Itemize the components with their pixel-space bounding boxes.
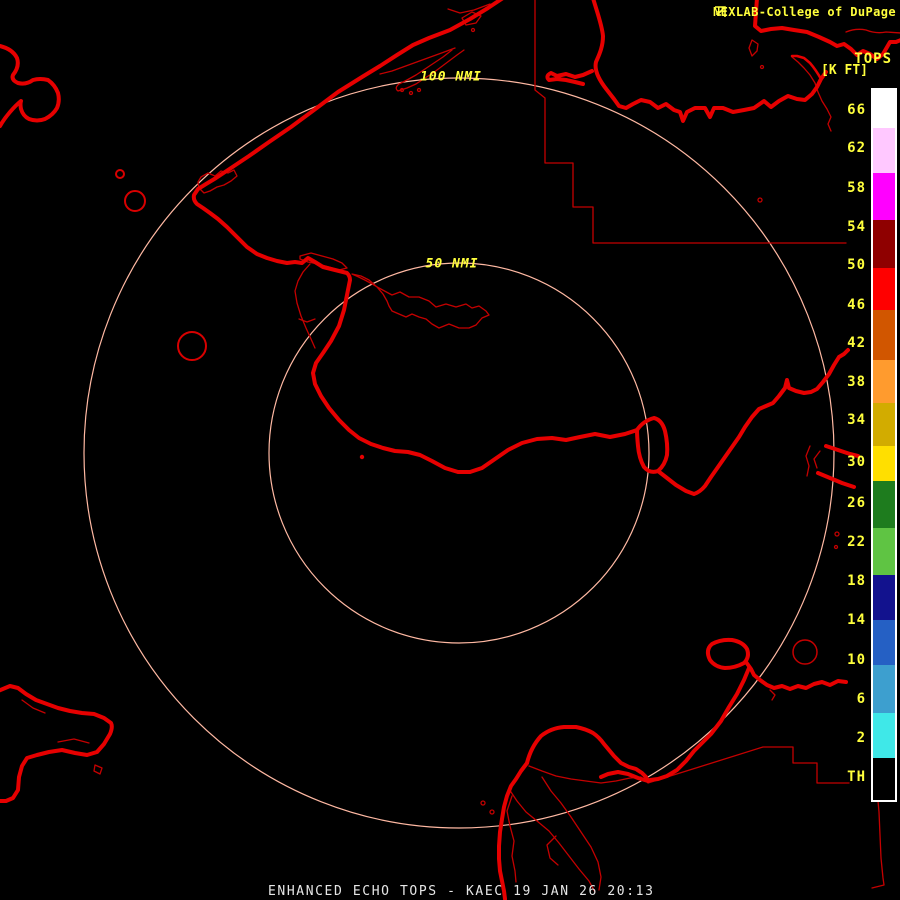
colorbar-value-label: 58 — [847, 180, 866, 196]
colorbar-band — [873, 90, 895, 128]
colorbar-value-label: 2 — [856, 730, 866, 746]
colorbar-band — [873, 310, 895, 360]
colorbar-band — [873, 360, 895, 403]
colorbar-band — [873, 481, 895, 528]
colorbar-value-label: 54 — [847, 219, 866, 235]
colorbar-band — [873, 758, 895, 800]
colorbar-band — [873, 268, 895, 310]
colorbar-band — [873, 220, 895, 268]
colorbar-value-label: TH — [847, 769, 866, 785]
colorbar — [871, 88, 897, 802]
range-ring-50nmi — [268, 262, 650, 644]
colorbar-band — [873, 173, 895, 220]
map-detail-lines — [21, 0, 900, 893]
product-caption: ENHANCED ECHO TOPS - KAEC 19 JAN 26 20:1… — [268, 884, 655, 899]
coastline-paths — [0, 0, 900, 900]
colorbar-value-label: 30 — [847, 454, 866, 470]
site-title: NEXLAB-College of DuPage — [713, 5, 896, 19]
colorbar-value-label: 22 — [847, 534, 866, 550]
colorbar-value-label: 46 — [847, 297, 866, 313]
colorbar-value-label: 6 — [856, 691, 866, 707]
colorbar-band — [873, 128, 895, 173]
range-ring-50nmi-label: 50 NMI — [425, 256, 479, 272]
colorbar-band — [873, 665, 895, 713]
cod-logo-icon — [715, 6, 726, 17]
colorbar-band — [873, 446, 895, 481]
colorbar-value-label: 42 — [847, 335, 866, 351]
colorbar-value-label: 62 — [847, 140, 866, 156]
colorbar-band — [873, 713, 895, 758]
colorbar-value-label: 50 — [847, 257, 866, 273]
radar-display: NEXLAB-College of DuPage TOPS [K FT] 66 6… — [0, 0, 900, 900]
colorbar-value-label: 26 — [847, 495, 866, 511]
range-ring-100nmi-label: 100 NMI — [420, 69, 482, 85]
colorbar-value-label: 14 — [847, 612, 866, 628]
colorbar-value-label: 38 — [847, 374, 866, 390]
colorbar-band — [873, 575, 895, 620]
colorbar-band — [873, 620, 895, 665]
colorbar-value-label: 18 — [847, 573, 866, 589]
colorbar-value-label: 10 — [847, 652, 866, 668]
colorbar-labels: 66 62 58 54 50 46 42 38 34 30 26 22 18 14 10 6 2 TH — [822, 0, 866, 900]
header: NEXLAB-College of DuPage — [713, 5, 896, 19]
colorbar-band — [873, 403, 895, 446]
radar-map — [0, 0, 900, 900]
colorbar-value-label: 66 — [847, 102, 866, 118]
colorbar-band — [873, 528, 895, 575]
colorbar-value-label: 34 — [847, 412, 866, 428]
